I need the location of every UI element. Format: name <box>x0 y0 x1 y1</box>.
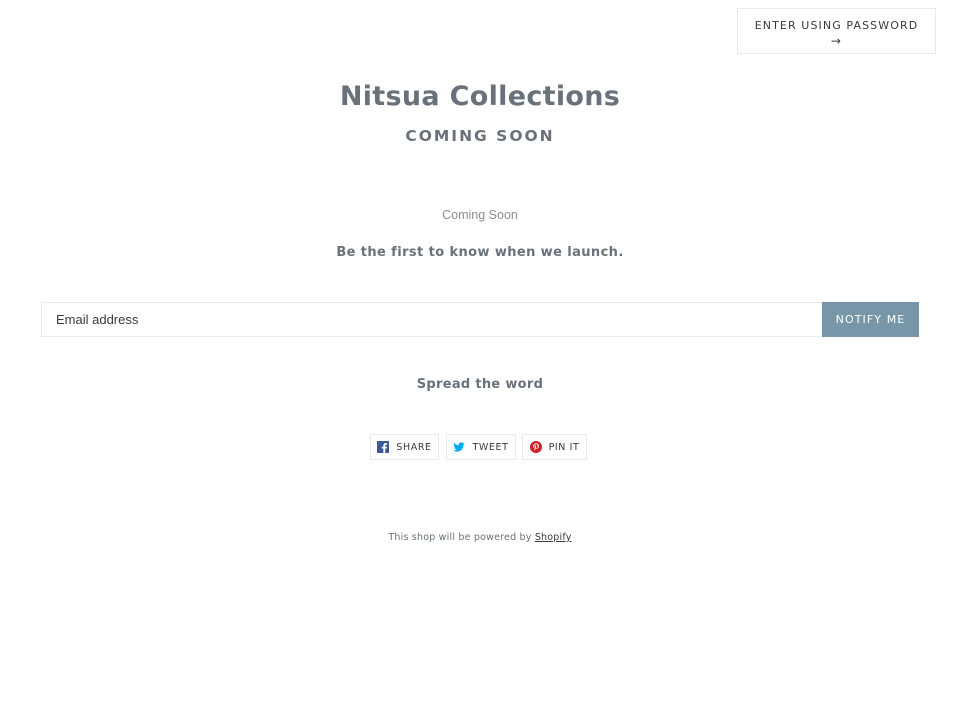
shopify-link[interactable]: Shopify <box>535 532 572 543</box>
page-message: Coming Soon <box>442 208 518 222</box>
password-page: ENTER USING PASSWORD → Nitsua Collection… <box>0 0 960 720</box>
social-share-buttons: SHARE TWEET PIN IT <box>0 434 960 460</box>
powered-by-footer: This shop will be powered by Shopify <box>0 532 960 543</box>
shop-title: Nitsua Collections <box>339 81 621 112</box>
share-facebook-button[interactable]: SHARE <box>370 434 439 460</box>
spread-the-word-heading: Spread the word <box>416 377 544 392</box>
twitter-icon <box>453 441 466 453</box>
share-facebook-label: SHARE <box>396 441 432 453</box>
page-subtitle: COMING SOON <box>405 127 555 145</box>
newsletter-tagline: Be the first to know when we launch. <box>336 245 624 260</box>
notify-me-button[interactable]: NOTIFY ME <box>822 302 919 337</box>
share-pinterest-button[interactable]: PIN IT <box>522 434 587 460</box>
powered-by-text: This shop will be powered by <box>388 532 532 543</box>
facebook-icon <box>377 441 390 453</box>
newsletter-form: NOTIFY ME <box>41 302 919 337</box>
share-twitter-button[interactable]: TWEET <box>446 434 516 460</box>
share-pinterest-label: PIN IT <box>548 441 580 453</box>
password-button-label: ENTER USING PASSWORD <box>754 19 919 32</box>
enter-using-password-button[interactable]: ENTER USING PASSWORD → <box>737 8 936 54</box>
share-twitter-label: TWEET <box>472 441 509 453</box>
pinterest-icon <box>529 441 542 453</box>
email-input[interactable] <box>41 302 822 337</box>
arrow-right-icon: → <box>830 34 843 48</box>
